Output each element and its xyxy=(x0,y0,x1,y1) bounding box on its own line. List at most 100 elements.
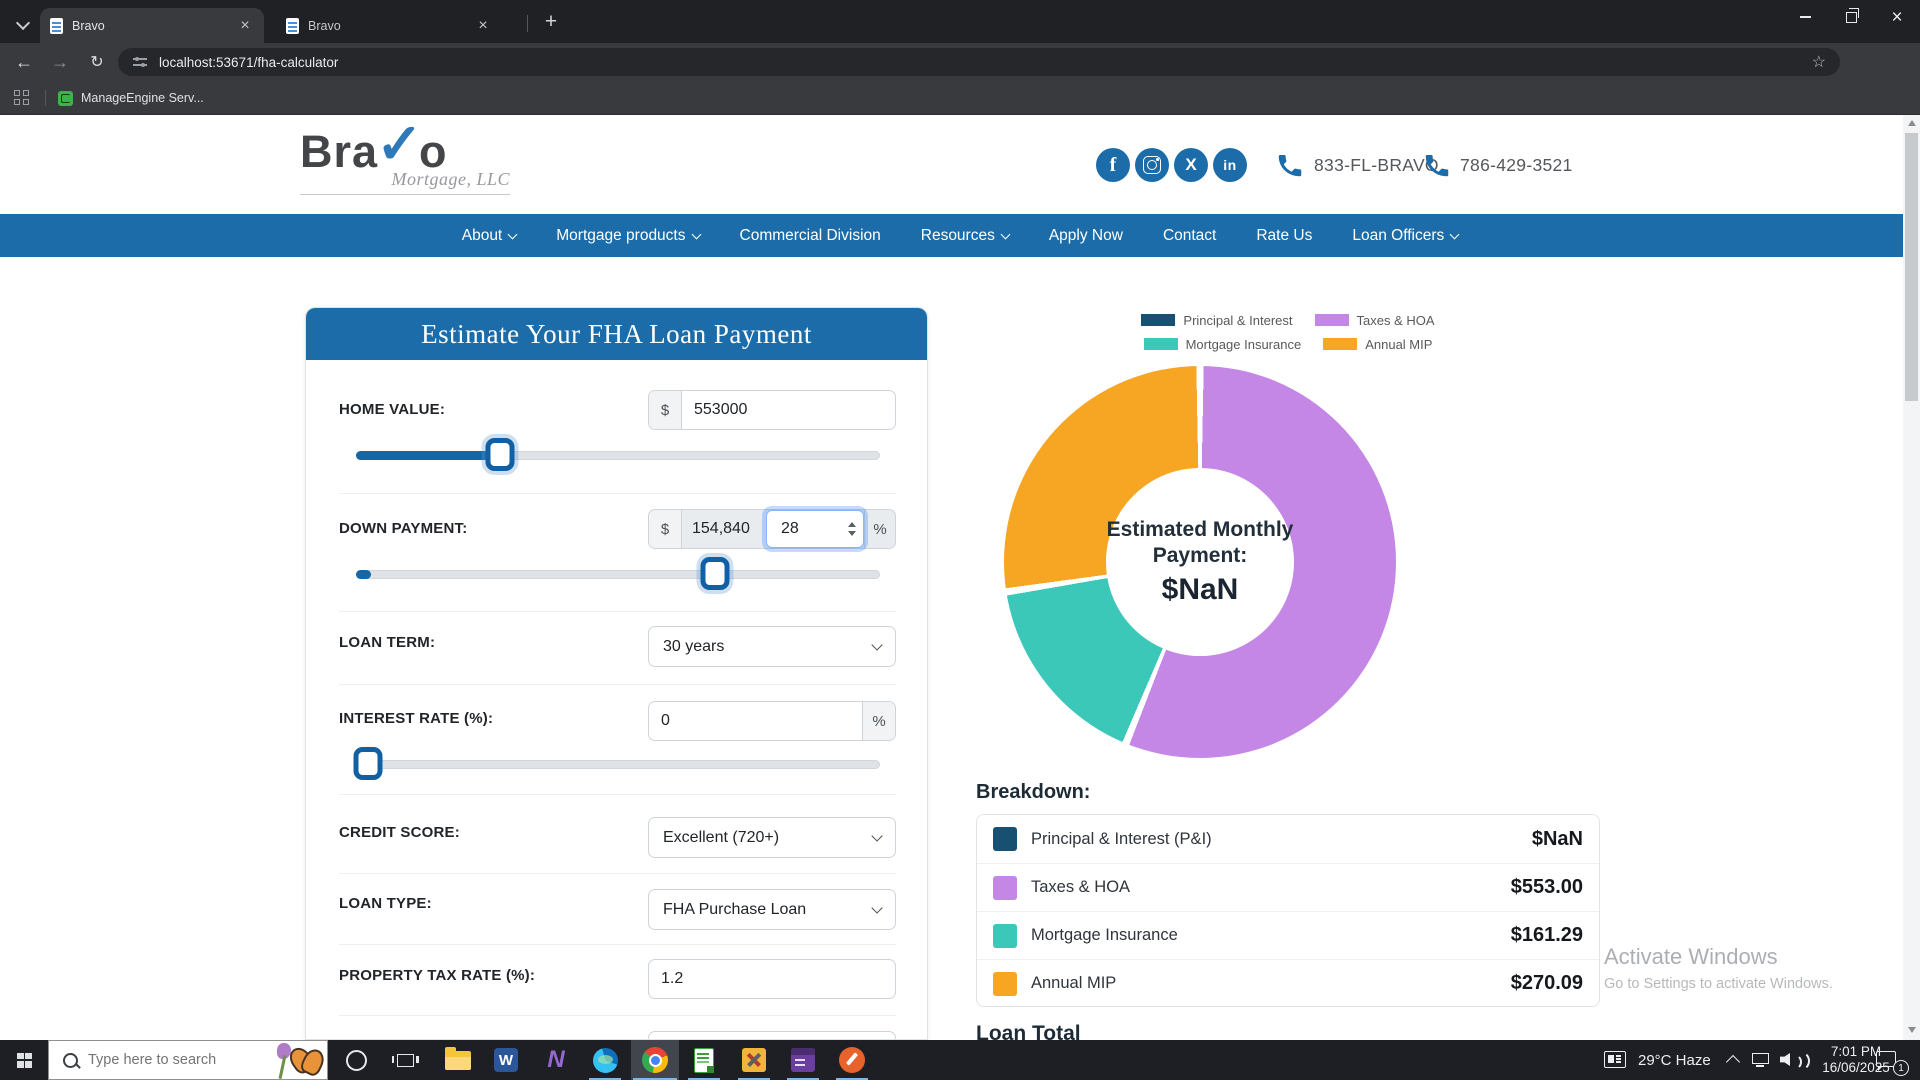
phone-number-1[interactable]: 833-FL-BRAVO xyxy=(1314,155,1439,176)
nav-loan-officers[interactable]: Loan Officers xyxy=(1352,227,1458,245)
interest-rate-input[interactable] xyxy=(649,702,862,740)
forward-button[interactable]: → xyxy=(46,48,74,76)
down-payment-field: $ 154,840 % xyxy=(648,509,896,549)
network-icon[interactable] xyxy=(1752,1053,1769,1064)
tab-close-icon[interactable]: × xyxy=(236,17,254,35)
butterfly-widget-icon[interactable] xyxy=(271,1041,327,1079)
interest-rate-field: % xyxy=(648,701,896,741)
down-payment-percent-spinner[interactable] xyxy=(766,510,864,548)
browser-tab-2[interactable]: Bravo × xyxy=(276,8,502,43)
window-close-button[interactable]: × xyxy=(1874,0,1920,34)
legend-mortgage-insurance[interactable]: Mortgage Insurance xyxy=(1144,334,1302,354)
loan-term-label: LOAN TERM: xyxy=(339,634,435,651)
estimated-payment-value: $NaN xyxy=(1162,573,1239,607)
nav-mortgage-products[interactable]: Mortgage products xyxy=(556,227,699,245)
nav-about[interactable]: About xyxy=(462,227,517,245)
bookmarks-bar: ManageEngine Serv... xyxy=(0,81,1920,115)
app-editor-button[interactable] xyxy=(828,1040,876,1080)
facebook-icon[interactable]: f xyxy=(1096,148,1130,182)
chevron-down-icon xyxy=(871,639,882,650)
nav-rate-us[interactable]: Rate Us xyxy=(1256,227,1312,245)
chrome-button[interactable] xyxy=(631,1040,679,1080)
legend-swatch xyxy=(1323,338,1357,350)
browser-tab-strip: Bravo × Bravo × + × xyxy=(0,0,1920,43)
window-minimize-button[interactable] xyxy=(1782,0,1828,34)
home-value-input[interactable] xyxy=(682,391,895,429)
address-bar[interactable]: localhost:53671/fha-calculator ☆ xyxy=(118,48,1840,76)
app-document-button[interactable] xyxy=(680,1040,728,1080)
down-payment-label: DOWN PAYMENT: xyxy=(339,520,467,537)
tray-expand-icon[interactable] xyxy=(1726,1055,1740,1069)
phone-number-2[interactable]: 786-429-3521 xyxy=(1460,155,1573,176)
start-button[interactable] xyxy=(0,1040,48,1080)
main-navigation: About Mortgage products Commercial Divis… xyxy=(0,214,1920,257)
property-tax-input[interactable] xyxy=(649,960,895,998)
word-button[interactable]: W xyxy=(482,1040,530,1080)
url-text[interactable]: localhost:53671/fha-calculator xyxy=(159,55,1812,70)
down-payment-slider-handle[interactable] xyxy=(700,557,729,590)
app-terminal-button[interactable] xyxy=(779,1040,827,1080)
legend-swatch xyxy=(1315,314,1349,326)
property-tax-field xyxy=(648,959,896,999)
loan-term-select[interactable]: 30 years xyxy=(648,626,896,667)
fha-calculator-card: Estimate Your FHA Loan Payment HOME VALU… xyxy=(305,307,928,1040)
home-value-slider[interactable] xyxy=(356,438,880,472)
cortana-button[interactable] xyxy=(332,1040,380,1080)
down-payment-slider[interactable] xyxy=(356,557,880,591)
window-restore-button[interactable] xyxy=(1828,0,1874,34)
reload-button[interactable]: ↻ xyxy=(83,48,111,76)
task-view-button[interactable] xyxy=(381,1040,429,1080)
legend-swatch xyxy=(1141,314,1175,326)
scrollbar-thumb[interactable] xyxy=(1905,133,1918,401)
legend-principal-interest[interactable]: Principal & Interest xyxy=(1141,310,1292,330)
home-value-slider-handle[interactable] xyxy=(485,438,514,471)
legend-taxes-hoa[interactable]: Taxes & HOA xyxy=(1315,310,1435,330)
tab-close-icon[interactable]: × xyxy=(474,17,492,35)
tab-divider xyxy=(527,15,528,32)
legend-annual-mip[interactable]: Annual MIP xyxy=(1323,334,1432,354)
color-swatch xyxy=(993,876,1017,900)
bookmark-label: ManageEngine Serv... xyxy=(81,91,204,105)
slider-track[interactable] xyxy=(356,570,880,579)
chevron-down-icon xyxy=(871,902,882,913)
credit-score-select[interactable]: Excellent (720+) xyxy=(648,817,896,858)
app-tools-button[interactable] xyxy=(730,1040,778,1080)
bookmark-star-icon[interactable]: ☆ xyxy=(1812,52,1826,72)
weather-status[interactable]: 29°C Haze xyxy=(1638,1040,1711,1080)
bravo-logo[interactable]: Bra✓o Mortgage, LLC xyxy=(300,122,510,195)
nav-contact[interactable]: Contact xyxy=(1163,227,1216,245)
instagram-icon[interactable] xyxy=(1135,148,1169,182)
browser-tab-1[interactable]: Bravo × xyxy=(40,8,264,43)
home-value-field: $ xyxy=(648,390,896,430)
interest-rate-slider-handle[interactable] xyxy=(354,747,383,780)
taskbar-search[interactable] xyxy=(48,1040,328,1080)
bookmark-manageengine[interactable]: ManageEngine Serv... xyxy=(58,87,204,109)
interest-rate-slider[interactable] xyxy=(356,747,880,781)
edge-button[interactable] xyxy=(581,1040,629,1080)
nav-resources[interactable]: Resources xyxy=(921,227,1009,245)
new-tab-button[interactable]: + xyxy=(537,9,565,37)
news-weather-icon[interactable] xyxy=(1604,1051,1626,1068)
windows-taskbar: W N 29°C Haze 7:01 PM 16/06/2025 xyxy=(0,1040,1920,1080)
site-settings-icon[interactable] xyxy=(133,56,147,68)
nav-apply-now[interactable]: Apply Now xyxy=(1049,227,1123,245)
scrollbar-down-icon[interactable] xyxy=(1908,1027,1916,1033)
linkedin-icon[interactable]: in xyxy=(1213,148,1247,182)
apps-grid-icon[interactable] xyxy=(14,90,29,105)
scrollbar-up-icon[interactable] xyxy=(1908,120,1916,126)
spinner-arrows-icon[interactable] xyxy=(848,511,856,547)
x-twitter-icon[interactable]: X xyxy=(1174,148,1208,182)
back-button[interactable]: ← xyxy=(10,48,38,76)
taskbar-search-input[interactable] xyxy=(78,1052,271,1068)
tab-search-button[interactable] xyxy=(10,10,36,36)
slider-track[interactable] xyxy=(356,760,880,769)
nav-commercial-division[interactable]: Commercial Division xyxy=(740,227,881,245)
loan-type-select[interactable]: FHA Purchase Loan xyxy=(648,889,896,930)
chart-legend-row-1: Principal & Interest Taxes & HOA xyxy=(976,310,1600,330)
notification-badge[interactable]: 1 xyxy=(1893,1060,1909,1076)
phone-icon xyxy=(1422,150,1452,180)
divider xyxy=(339,873,896,874)
file-explorer-button[interactable] xyxy=(434,1040,482,1080)
visual-studio-button[interactable]: N xyxy=(532,1040,580,1080)
credit-score-label: CREDIT SCORE: xyxy=(339,824,460,841)
